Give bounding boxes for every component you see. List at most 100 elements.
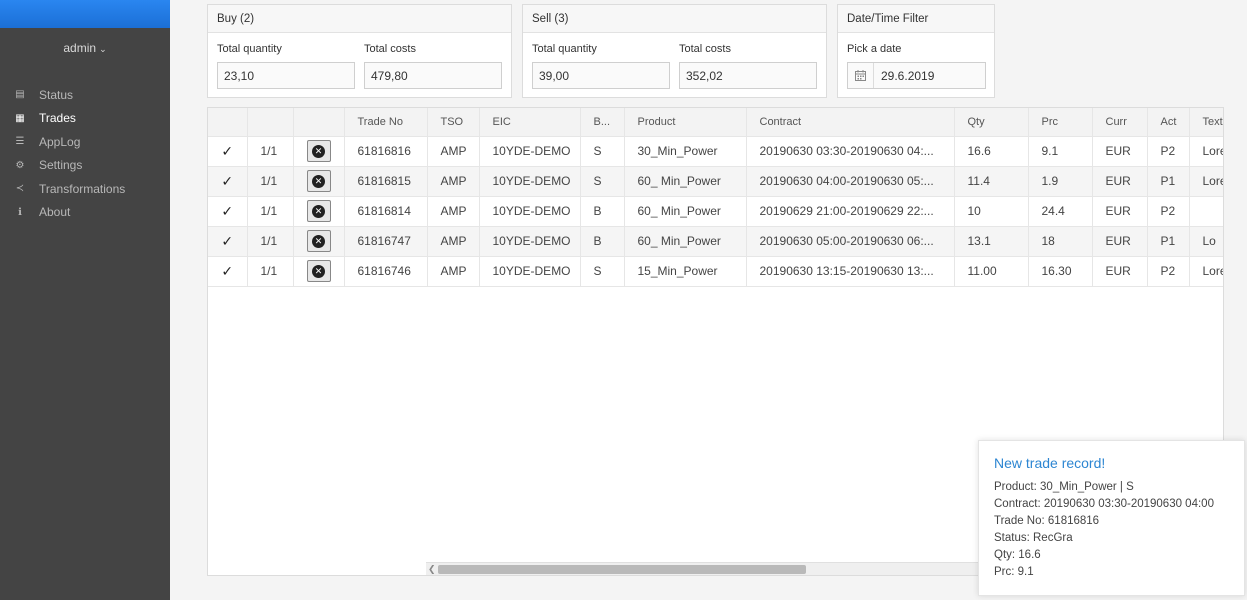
scrollbar-thumb[interactable] [438,565,806,574]
cell-count: 1/1 [247,136,294,167]
date-picker[interactable]: 29.6.2019 [847,62,986,89]
cell-count: 1/1 [247,166,294,197]
cell-trade-no: 61816746 [344,256,428,287]
close-circle-icon: ✕ [312,264,325,278]
cell-product: 60_ Min_Power [624,226,747,257]
sidebar-item-settings[interactable]: ⚙ Settings [0,154,170,178]
status-icon: ▤ [15,89,25,101]
sidebar-item-applog[interactable]: ☰ AppLog [0,130,170,154]
cell-text: Lo [1189,226,1223,257]
sidebar-item-label: Status [39,87,74,102]
cell-tso: AMP [427,256,480,287]
close-circle-icon: ✕ [312,174,325,188]
sidebar-item-label: Trades [39,111,76,126]
delete-button[interactable]: ✕ [306,170,331,192]
cell-count: 1/1 [247,226,294,257]
check-icon: ✓ [208,136,248,167]
cell-eic: 10YDE-DEMO [479,166,581,197]
toast-title: New trade record! [994,455,1106,471]
share-icon: ≺ [15,183,25,195]
col-header-action[interactable] [293,108,345,137]
table-row[interactable]: ✓ 1/1 ✕ 61816747 AMP 10YDE-DEMO B 60_ Mi… [208,226,1223,257]
notification-toast[interactable]: New trade record! Product: 30_Min_Power … [978,440,1245,596]
cell-product: 60_ Min_Power [624,196,747,227]
cell-qty: 10 [954,196,1029,227]
col-header-buy-sell[interactable]: B... [580,108,625,137]
col-header-select[interactable] [208,108,248,137]
col-header-qty[interactable]: Qty [954,108,1029,137]
user-name: admin [63,41,97,55]
cell-trade-no: 61816747 [344,226,428,257]
delete-button[interactable]: ✕ [306,140,331,162]
col-header-act[interactable]: Act [1147,108,1190,137]
col-header-tso[interactable]: TSO [427,108,480,137]
user-menu[interactable]: admin ⌄ [0,41,170,55]
delete-button[interactable]: ✕ [306,230,331,252]
sidebar-item-status[interactable]: ▤ Status [0,83,170,107]
sell-qty-field[interactable]: 39,00 [532,62,670,89]
date-value: 29.6.2019 [881,68,935,83]
cell-curr: EUR [1092,226,1148,257]
sell-cost-label: Total costs [679,43,731,55]
delete-button[interactable]: ✕ [306,200,331,222]
delete-button[interactable]: ✕ [306,260,331,282]
cell-count: 1/1 [247,196,294,227]
cell-buy-sell: S [580,166,625,197]
sidebar-item-trades[interactable]: ▦ Trades [0,107,170,131]
cell-curr: EUR [1092,136,1148,167]
toast-product: Product: 30_Min_Power | S [994,481,1134,493]
trades-table: Trade No TSO EIC B... Product Contract Q… [208,108,1223,287]
sidebar-nav: ▤ Status ▦ Trades ☰ AppLog ⚙ Settings ≺ … [0,83,170,224]
col-header-eic[interactable]: EIC [479,108,581,137]
cell-buy-sell: S [580,256,625,287]
col-header-prc[interactable]: Prc [1028,108,1093,137]
col-header-trade-no[interactable]: Trade No [344,108,428,137]
table-row[interactable]: ✓ 1/1 ✕ 61816815 AMP 10YDE-DEMO S 60_ Mi… [208,166,1223,197]
cell-tso: AMP [427,166,480,197]
col-header-contract[interactable]: Contract [746,108,955,137]
col-header-count[interactable] [247,108,294,137]
cell-qty: 13.1 [954,226,1029,257]
gear-icon: ⚙ [15,159,25,171]
cell-text: Lore [1189,136,1223,167]
buy-cost-field[interactable]: 479,80 [364,62,502,89]
cell-product: 15_Min_Power [624,256,747,287]
table-row[interactable]: ✓ 1/1 ✕ 61816816 AMP 10YDE-DEMO S 30_Min… [208,136,1223,167]
calendar-icon[interactable] [848,63,874,88]
cell-text: Lore [1189,166,1223,197]
cell-eic: 10YDE-DEMO [479,196,581,227]
cell-act: P1 [1147,226,1190,257]
cell-trade-no: 61816814 [344,196,428,227]
date-label: Pick a date [847,43,902,55]
cell-contract: 20190630 03:30-20190630 04:... [746,136,955,167]
sidebar-item-transformations[interactable]: ≺ Transformations [0,177,170,201]
date-filter-panel: Date/Time Filter Pick a date 29.6.2019 [837,4,995,98]
cell-prc: 16.30 [1028,256,1093,287]
sidebar-item-about[interactable]: ℹ About [0,201,170,225]
cell-act: P1 [1147,166,1190,197]
sidebar: admin ⌄ ▤ Status ▦ Trades ☰ AppLog ⚙ Sett… [0,0,170,600]
table-row[interactable]: ✓ 1/1 ✕ 61816746 AMP 10YDE-DEMO S 15_Min… [208,256,1223,287]
cell-prc: 9.1 [1028,136,1093,167]
cell-buy-sell: B [580,226,625,257]
col-header-product[interactable]: Product [624,108,747,137]
cell-trade-no: 61816816 [344,136,428,167]
cell-prc: 18 [1028,226,1093,257]
toast-trade-no: Trade No: 61816816 [994,515,1100,527]
col-header-text[interactable]: Text [1189,108,1223,137]
cell-trade-no: 61816815 [344,166,428,197]
sell-panel-title: Sell (3) [523,5,826,33]
cell-curr: EUR [1092,166,1148,197]
cell-qty: 11.00 [954,256,1029,287]
sell-cost-field[interactable]: 352,02 [679,62,817,89]
cell-eic: 10YDE-DEMO [479,256,581,287]
cell-act: P2 [1147,256,1190,287]
list-icon: ☰ [15,136,25,148]
cell-contract: 20190630 05:00-20190630 06:... [746,226,955,257]
cell-eic: 10YDE-DEMO [479,136,581,167]
scroll-left-icon[interactable]: ❮ [428,564,436,575]
cell-contract: 20190630 13:15-20190630 13:... [746,256,955,287]
buy-qty-field[interactable]: 23,10 [217,62,355,89]
col-header-curr[interactable]: Curr [1092,108,1148,137]
table-row[interactable]: ✓ 1/1 ✕ 61816814 AMP 10YDE-DEMO B 60_ Mi… [208,196,1223,227]
